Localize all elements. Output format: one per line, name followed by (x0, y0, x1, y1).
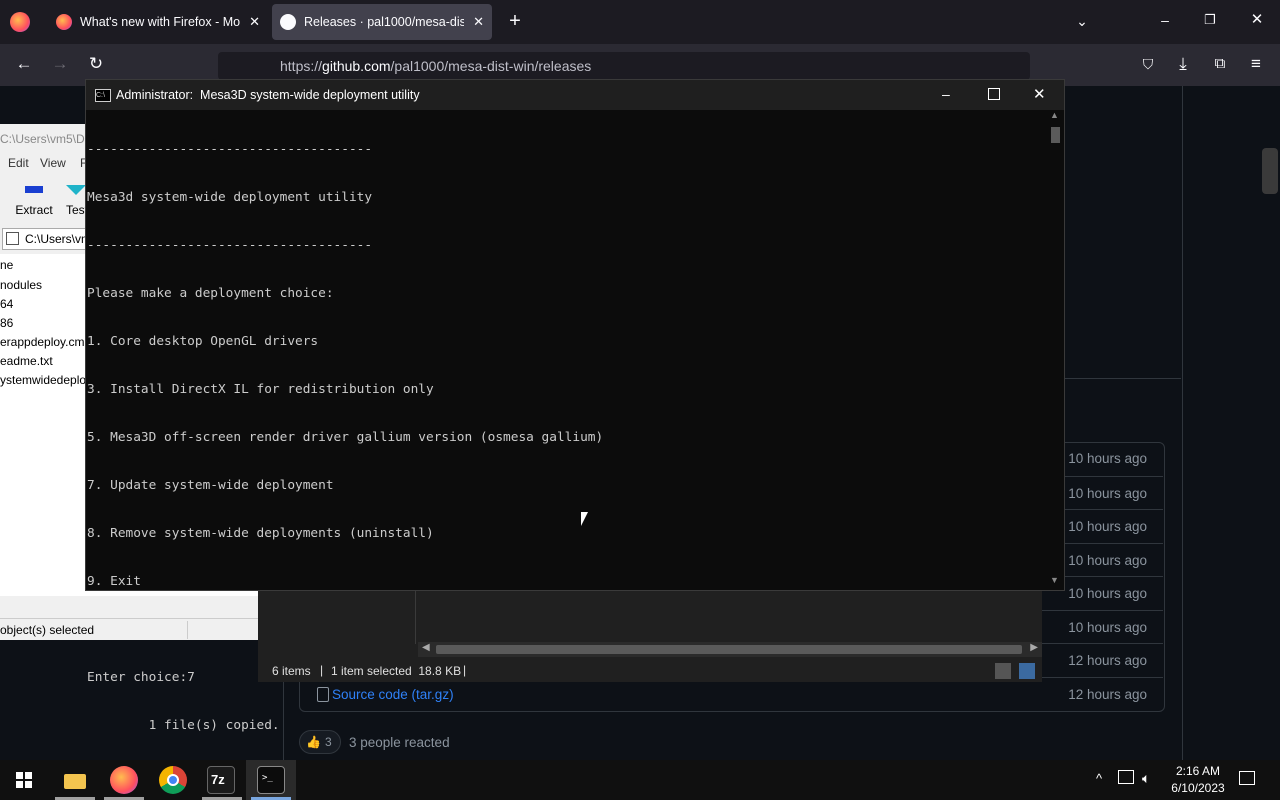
firefox-taskbar-icon[interactable] (110, 766, 138, 794)
scroll-thumb[interactable] (1051, 127, 1060, 143)
close-tab-icon[interactable]: ✕ (473, 14, 484, 30)
app-menu-icon[interactable]: ≡ (1244, 54, 1268, 74)
close-tab-icon[interactable]: ✕ (249, 14, 260, 30)
restore-icon[interactable]: ❐ (1198, 10, 1222, 30)
console-line: Mesa3d system-wide deployment utility (87, 190, 373, 205)
network-icon[interactable] (1118, 770, 1134, 784)
list-item[interactable]: ystemwidedeplo (0, 373, 86, 387)
menu-view[interactable]: View (40, 156, 66, 170)
list-item[interactable]: erappdeploy.cm (0, 335, 85, 349)
console-line: 1 file(s) copied. (87, 718, 280, 733)
url-text[interactable]: https://github.com/pal1000/mesa-dist-win… (280, 58, 591, 74)
url-domain: github.com (322, 58, 391, 74)
url-path: /pal1000/mesa-dist-win/releases (390, 58, 592, 74)
console-window: C:\ Administrator: Mesa3D system-wide de… (85, 79, 1065, 733)
show-hidden-icons-icon[interactable]: ^ (1096, 771, 1102, 786)
volume-muted-icon[interactable]: 🔈︎ (1142, 770, 1150, 787)
start-windows-icon[interactable] (10, 766, 38, 794)
extensions-icon[interactable]: ⧉ (1208, 54, 1232, 74)
maximize-icon[interactable] (988, 88, 1000, 100)
new-tab-icon[interactable]: + (503, 11, 527, 31)
folder-icon (6, 232, 19, 245)
tab-github-releases[interactable]: Releases · pal1000/mesa-dist-w ✕ (272, 4, 492, 40)
tab-firefox-news[interactable]: What's new with Firefox - More ✕ (48, 4, 268, 40)
menu-edit[interactable]: Edit (8, 156, 29, 170)
list-item[interactable]: eadme.txt (0, 354, 53, 368)
release-divider (1063, 378, 1181, 379)
console-output[interactable]: ------------------------------------- Me… (87, 110, 1047, 733)
minimize-icon[interactable]: – (1153, 10, 1177, 30)
console-line: Please make a deployment choice: (87, 286, 334, 301)
notifications-icon[interactable] (1239, 771, 1255, 785)
sevenzip-taskbar-icon[interactable]: 7z (207, 766, 235, 794)
list-item[interactable]: ne (0, 258, 13, 272)
extract-icon (25, 186, 43, 193)
file-explorer-icon[interactable] (61, 766, 89, 794)
sevenzip-title: C:\Users\vm5\De (0, 132, 92, 146)
console-line: 1. Core desktop OpenGL drivers (87, 334, 319, 349)
minimize-icon[interactable]: – (942, 86, 950, 102)
clock-date[interactable]: 6/10/2023 (1166, 781, 1230, 795)
clock-time[interactable]: 2:16 AM (1172, 764, 1224, 778)
console-title-bar[interactable]: C:\ Administrator: Mesa3D system-wide de… (86, 80, 1064, 110)
list-item[interactable]: 86 (0, 316, 13, 330)
mouse-cursor-icon (581, 512, 588, 526)
chrome-icon[interactable] (159, 766, 187, 794)
console-line: 8. Remove system-wide deployments (unins… (87, 526, 434, 541)
scroll-up-icon[interactable]: ▲ (1050, 110, 1059, 120)
console-line: ------------------------------------- (87, 142, 373, 157)
github-tab-icon (280, 14, 296, 30)
console-line: 5. Mesa3D off-screen render driver galli… (87, 430, 604, 445)
console-scrollbar[interactable]: ▲ ▼ (1048, 110, 1062, 588)
tab-title: What's new with Firefox - More (80, 15, 240, 29)
windows-taskbar: 7z >_ ^ 🔈︎ 2:16 AM 6/10/2023 (0, 760, 1280, 800)
close-window-icon[interactable]: ✕ (1245, 10, 1269, 30)
extract-button[interactable]: Extract (12, 182, 56, 222)
downloads-icon[interactable]: ⤓ (1171, 54, 1195, 74)
terminal-taskbar-icon[interactable]: >_ (257, 766, 285, 794)
browser-tab-bar: What's new with Firefox - More ✕ Release… (0, 0, 1280, 44)
close-icon[interactable]: ✕ (1033, 85, 1046, 103)
reload-icon[interactable]: ↻ (84, 54, 108, 74)
console-line: ------------------------------------- (87, 238, 373, 253)
tab-title: Releases · pal1000/mesa-dist-w (304, 15, 464, 29)
console-app-icon: C:\ (95, 89, 111, 102)
scroll-down-icon[interactable]: ▼ (1050, 575, 1059, 585)
firefox-menu-icon[interactable] (10, 12, 30, 32)
list-all-tabs-icon[interactable]: ⌄ (1070, 11, 1094, 31)
pocket-icon[interactable]: ⛉ (1136, 54, 1160, 74)
console-title: Administrator: Mesa3D system-wide deploy… (116, 88, 420, 102)
page-scrollbar[interactable] (1262, 148, 1278, 194)
test-icon (66, 185, 86, 195)
console-line: 9. Exit (87, 574, 141, 589)
console-line: 3. Install DirectX IL for redistribution… (87, 382, 434, 397)
url-prefix: https:// (280, 58, 323, 74)
firefox-tab-icon (56, 14, 72, 30)
list-item[interactable]: nodules (0, 278, 42, 292)
list-item[interactable]: 64 (0, 297, 13, 311)
forward-icon[interactable]: → (48, 54, 72, 74)
console-line: Enter choice:7 (87, 670, 195, 685)
console-line: 7. Update system-wide deployment (87, 478, 334, 493)
back-icon[interactable]: ← (12, 54, 36, 74)
